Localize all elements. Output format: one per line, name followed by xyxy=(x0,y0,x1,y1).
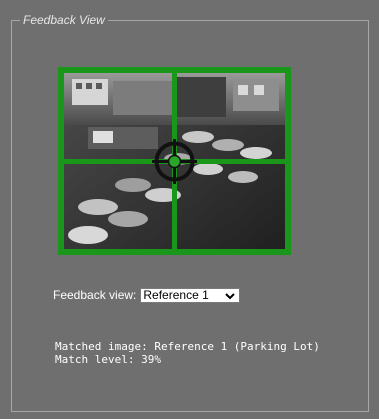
feedback-view-label: Feedback view: xyxy=(53,288,137,302)
camera-feed-frame xyxy=(58,67,291,255)
match-level-text: Match level: 39% xyxy=(55,353,161,366)
match-info: Matched image: Reference 1 (Parking Lot)… xyxy=(55,340,320,366)
matched-image-text: Matched image: Reference 1 (Parking Lot) xyxy=(55,340,320,353)
camera-feed-image xyxy=(58,67,291,255)
feedback-view-select[interactable]: Reference 1 xyxy=(140,287,241,303)
chevron-down-icon xyxy=(225,292,236,299)
groupbox-title: Feedback View xyxy=(20,13,108,27)
feedback-view-page: Feedback View Feedback view: Reference 1… xyxy=(0,0,379,419)
feedback-view-selector-row: Feedback view: Reference 1 xyxy=(53,287,241,303)
feedback-view-selected-value: Reference 1 xyxy=(143,287,209,302)
